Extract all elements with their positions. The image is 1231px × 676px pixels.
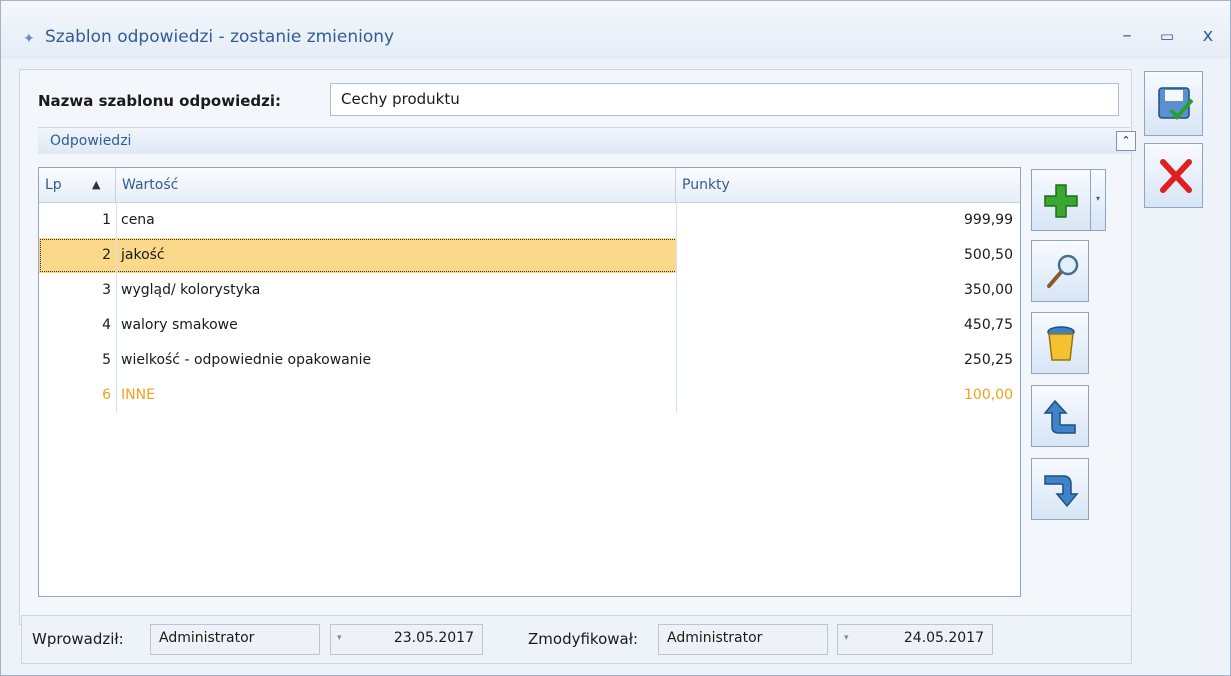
table-row[interactable]: 4 walory smakowe 450,75 [39, 308, 1020, 343]
window-title: Szablon odpowiedzi - zostanie zmieniony [45, 27, 395, 47]
save-icon [1158, 87, 1194, 121]
plus-icon [1044, 184, 1078, 218]
entered-by-field: Administrator [150, 624, 320, 655]
template-name-label: Nazwa szablonu odpowiedzi: [38, 92, 282, 110]
trash-icon [1047, 326, 1075, 361]
answers-group-header: Odpowiedzi ⌃ [38, 127, 1136, 154]
wand-icon: ✦ [23, 31, 35, 47]
magnifier-icon [1047, 254, 1079, 288]
add-button[interactable] [1031, 169, 1091, 231]
move-up-button[interactable] [1031, 385, 1089, 447]
maximize-button[interactable]: ▭ [1153, 23, 1181, 49]
answers-group-title: Odpowiedzi [50, 133, 132, 149]
modified-by-label: Zmodyfikował: [528, 630, 639, 648]
main-panel: Nazwa szablonu odpowiedzi: Cechy produkt… [19, 69, 1136, 625]
template-name-input[interactable]: Cechy produktu [330, 83, 1119, 116]
entered-by-label: Wprowadził: [32, 630, 124, 648]
table-row[interactable]: 1 cena 999,99 [39, 203, 1020, 238]
modified-by-field: Administrator [658, 624, 828, 655]
table-row[interactable]: 6 INNE 100,00 [39, 378, 1020, 413]
dialog-window: ✦ Szablon odpowiedzi - zostanie zmienion… [0, 0, 1231, 676]
modified-date-field[interactable]: ▾ 24.05.2017 [837, 624, 993, 655]
cancel-button[interactable] [1144, 143, 1203, 208]
arrow-up-icon [1043, 399, 1076, 434]
collapse-icon: ⌃ [1121, 134, 1131, 147]
chevron-down-icon: ▾ [844, 633, 849, 643]
cancel-icon [1160, 159, 1192, 193]
add-dropdown-button[interactable]: ▾ [1090, 169, 1106, 231]
answers-grid[interactable]: Lp ▲ Wartość Punkty 1 cena 999,99 2 jako… [38, 167, 1021, 597]
move-down-button[interactable] [1031, 458, 1089, 520]
table-row-selected[interactable]: 2 jakość 500,50 [39, 238, 1020, 273]
minimize-button[interactable]: – [1113, 23, 1141, 49]
entered-date-field[interactable]: ▾ 23.05.2017 [330, 624, 483, 655]
column-header-punkty[interactable]: Punkty [676, 168, 1020, 203]
close-button[interactable]: x [1194, 23, 1222, 49]
collapse-button[interactable]: ⌃ [1116, 131, 1136, 151]
footer-panel: Wprowadził: Administrator ▾ 23.05.2017 Z… [21, 615, 1132, 664]
view-button[interactable] [1031, 240, 1089, 302]
arrow-down-icon [1044, 475, 1079, 508]
grid-header: Lp ▲ Wartość Punkty [39, 168, 1020, 203]
delete-button[interactable] [1031, 312, 1089, 374]
chevron-down-icon: ▾ [337, 633, 342, 643]
column-header-lp[interactable]: Lp ▲ [39, 168, 116, 203]
chevron-down-icon: ▾ [1095, 194, 1100, 203]
title-bar: ✦ Szablon odpowiedzi - zostanie zmienion… [1, 1, 1230, 59]
column-header-wartosc[interactable]: Wartość [116, 168, 676, 203]
save-button[interactable] [1144, 71, 1203, 136]
table-row[interactable]: 3 wygląd/ kolorystyka 350,00 [39, 273, 1020, 308]
table-row[interactable]: 5 wielkość - odpowiednie opakowanie 250,… [39, 343, 1020, 378]
sort-ascending-icon: ▲ [92, 178, 101, 191]
